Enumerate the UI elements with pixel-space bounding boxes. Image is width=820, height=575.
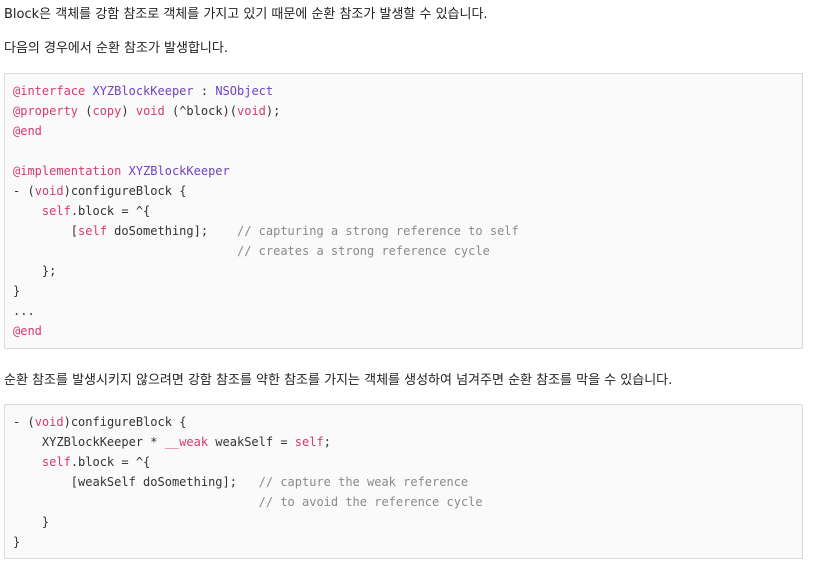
code-token: .block = ^{ <box>70 204 151 218</box>
code-line: - (void)configureBlock { <box>13 412 483 432</box>
code-token: // creates a strong reference cycle <box>236 244 490 258</box>
code-line: @implementation XYZBlockKeeper <box>13 161 519 181</box>
code-line: [weakSelf doSomething]; // capture the w… <box>13 472 483 492</box>
code-token: }; <box>13 264 57 278</box>
code-token: } <box>13 535 21 549</box>
code-token: weakSelf = <box>208 435 295 449</box>
code-line: @property (copy) void (^block)(void); <box>13 101 519 121</box>
code-token: XYZBlockKeeper <box>92 84 194 98</box>
code-line: self.block = ^{ <box>13 452 483 472</box>
code-block-cycle-example: @interface XYZBlockKeeper : NSObject @pro… <box>4 73 803 349</box>
code-token: ... <box>13 304 35 318</box>
code-token: @interface <box>13 84 86 98</box>
code-token: copy <box>92 104 122 118</box>
code-token: XYZBlockKeeper * <box>13 435 165 449</box>
code-token: NSObject <box>215 84 274 98</box>
code-line: - (void)configureBlock { <box>13 181 519 201</box>
code-token: - ( <box>13 184 35 198</box>
code-token: [weakSelf doSomething]; <box>13 475 259 489</box>
code-token: // capture the weak reference <box>258 475 469 489</box>
code-token: __weak <box>164 435 209 449</box>
code-line: @interface XYZBlockKeeper : NSObject <box>13 81 519 101</box>
code-token: : <box>193 84 216 98</box>
code-token: void <box>34 415 64 429</box>
code-token: ) <box>121 104 136 118</box>
code-token: void <box>34 184 64 198</box>
code-token: self <box>41 455 71 469</box>
code-token: void <box>135 104 165 118</box>
code-token: @end <box>13 124 42 138</box>
fix-paragraph: 순환 참조를 발생시키지 않으려면 강함 참조를 약한 참조를 가지는 객체를 … <box>4 373 673 388</box>
code-line: // creates a strong reference cycle <box>13 241 519 261</box>
code-line: @end <box>13 121 519 141</box>
intro-paragraph: Block은 객체를 강함 참조로 객체를 가지고 있기 때문에 순환 참조가 … <box>4 7 488 22</box>
code-line: [self doSomething]; // capturing a stron… <box>13 221 519 241</box>
code-listing: @interface XYZBlockKeeper : NSObject @pro… <box>13 81 519 341</box>
code-line: XYZBlockKeeper * __weak weakSelf = self; <box>13 432 483 452</box>
code-token: .block = ^{ <box>70 455 151 469</box>
code-token: ( <box>78 104 93 118</box>
code-token: self <box>294 435 324 449</box>
code-line: // to avoid the reference cycle <box>13 492 483 512</box>
code-token: } <box>13 284 21 298</box>
code-block-weak-self-example: - (void)configureBlock { XYZBlockKeeper … <box>4 404 803 559</box>
code-token: self <box>41 204 71 218</box>
code-token: // to avoid the reference cycle <box>258 495 483 509</box>
code-line: } <box>13 512 483 532</box>
code-token: } <box>13 515 50 529</box>
code-token: XYZBlockKeeper <box>128 164 230 178</box>
code-line: } <box>13 532 483 552</box>
code-token: doSomething]; <box>106 224 237 238</box>
code-line: ... <box>13 301 519 321</box>
code-token: @end <box>13 324 42 338</box>
code-token: ); <box>265 104 281 118</box>
code-token: [ <box>13 224 79 238</box>
code-token: @implementation <box>13 164 122 178</box>
code-token: ; <box>323 435 331 449</box>
code-token: )configureBlock { <box>63 415 187 429</box>
code-listing: - (void)configureBlock { XYZBlockKeeper … <box>13 412 483 552</box>
code-token: - ( <box>13 415 35 429</box>
code-line: }; <box>13 261 519 281</box>
code-token: (^block)( <box>164 104 237 118</box>
code-line: @end <box>13 321 519 341</box>
code-token: )configureBlock { <box>63 184 187 198</box>
code-line: } <box>13 281 519 301</box>
code-token: self <box>78 224 107 238</box>
code-token: @property <box>13 104 79 118</box>
case-paragraph: 다음의 경우에서 순환 참조가 발생합니다. <box>4 41 228 56</box>
code-token: // capturing a strong reference to self <box>236 224 519 238</box>
code-line: self.block = ^{ <box>13 201 519 221</box>
code-token: void <box>237 104 266 118</box>
